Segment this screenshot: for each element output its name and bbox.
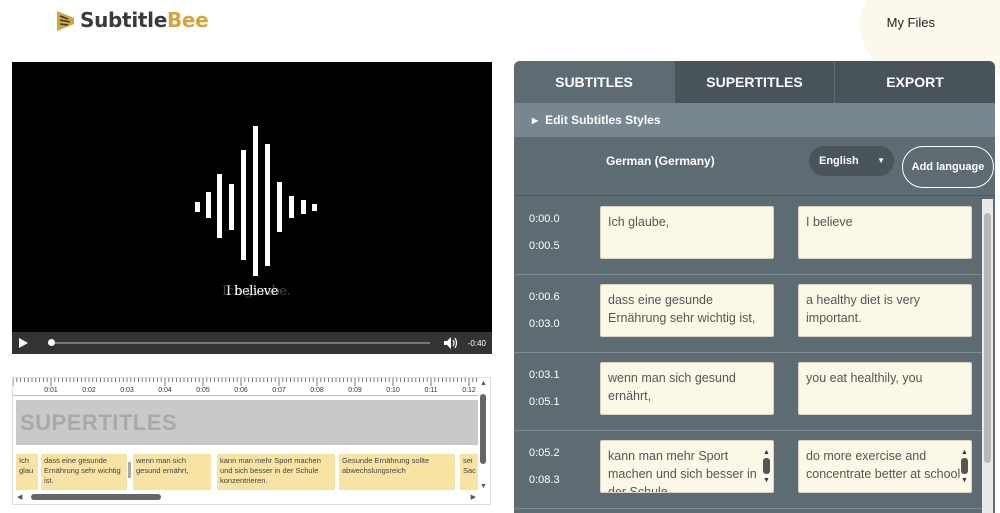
subtitle-row: 0:00.0 0:00.5 Ich glaube, I believe: [514, 197, 982, 275]
edit-styles-label: Edit Subtitles Styles: [545, 113, 661, 127]
scroll-down-icon[interactable]: ▼: [960, 472, 969, 490]
caption-text: I believe: [226, 284, 278, 299]
timeline[interactable]: 0:01 0:02 0:03 0:04 0:05 0:06 0:07 0:08 0:09 0:10…: [12, 377, 491, 505]
chevron-down-icon: ▼: [877, 156, 885, 165]
bee-logo-icon: [57, 11, 74, 31]
subtitle-row: 0:00.6 0:03.0 dass eine gesunde Ernährun…: [514, 275, 982, 353]
scroll-thumb[interactable]: [31, 494, 161, 500]
target-language-value: English: [819, 155, 859, 167]
source-text-field[interactable]: Ich glaube,: [600, 206, 774, 259]
field-scrollbar[interactable]: ▲ ▼: [960, 444, 969, 490]
ruler-tick-label: 0:10: [386, 387, 400, 394]
brand-name: SubtitleBee: [80, 8, 209, 32]
source-text-field[interactable]: dass eine gesunde Ernährung sehr wichtig…: [600, 284, 774, 337]
start-time[interactable]: 0:05.2: [529, 447, 560, 459]
language-bar: German (Germany) English ▼ Add language: [514, 137, 995, 196]
source-text-field[interactable]: kann man mehr Sport machen und sich bess…: [600, 440, 774, 493]
editor-panel: SUBTITLES SUPERTITLES EXPORT ▶ Edit Subt…: [514, 61, 995, 513]
scroll-thumb[interactable]: [480, 394, 486, 464]
end-time[interactable]: 0:05.1: [529, 396, 560, 408]
ruler-tick-label: 0:07: [272, 387, 286, 394]
seek-bar[interactable]: [48, 339, 430, 346]
edit-subtitle-styles-toggle[interactable]: ▶ Edit Subtitles Styles: [514, 103, 995, 137]
brand-logo[interactable]: SubtitleBee: [56, 8, 209, 32]
start-time[interactable]: 0:03.1: [529, 369, 560, 381]
scroll-left-icon[interactable]: ◀: [17, 493, 22, 501]
ruler-tick-label: 0:05: [196, 387, 210, 394]
panel-scrollbar[interactable]: [982, 199, 993, 513]
target-text-field[interactable]: a healthy diet is very important.: [798, 284, 972, 337]
end-time[interactable]: 0:03.0: [529, 318, 560, 330]
volume-icon: [444, 337, 458, 349]
subtitle-row: 0:03.1 0:05.1 wenn man sich gesund ernäh…: [514, 353, 982, 431]
source-language-label: German (Germany): [606, 154, 715, 168]
scroll-thumb[interactable]: [984, 213, 991, 463]
scroll-right-icon[interactable]: ▶: [471, 493, 476, 501]
end-time[interactable]: 0:00.5: [529, 240, 560, 252]
play-icon: [18, 338, 28, 348]
target-text: do more exercise and concentrate better …: [806, 449, 961, 481]
subtitle-rows: 0:00.0 0:00.5 Ich glaube, I believe 0:00…: [514, 197, 982, 513]
ruler-tick-label: 0:08: [310, 387, 324, 394]
subtitle-block-text: Gesunde Ernährung sollte abwechslungsrei…: [342, 456, 430, 475]
end-time[interactable]: 0:08.3: [529, 474, 560, 486]
add-language-button[interactable]: Add language: [902, 146, 994, 188]
ruler-tick-label: 0:09: [348, 387, 362, 394]
ruler-tick-label: 0:03: [120, 387, 134, 394]
ruler-tick-label: 0:06: [234, 387, 248, 394]
nav-my-files[interactable]: My Files: [887, 15, 935, 30]
subtitle-block[interactable]: wenn man sich gesund ernährt,: [133, 454, 211, 490]
target-text-field[interactable]: I believe: [798, 206, 972, 259]
target-language-select[interactable]: English ▼: [809, 146, 894, 176]
subtitle-track: Ich glau dass eine gesunde Ernährung seh…: [13, 454, 478, 492]
subtitle-block[interactable]: dass eine gesunde Ernährung sehr wichtig…: [41, 454, 127, 490]
subtitle-block[interactable]: kann man mehr Sport machen und sich bess…: [217, 454, 335, 490]
field-scrollbar[interactable]: ▲ ▼: [762, 444, 771, 490]
subtitle-block[interactable]: Ich glau: [16, 454, 38, 490]
scroll-down-icon[interactable]: ▼: [762, 472, 771, 490]
subtitle-block-text: Ich glau: [19, 456, 34, 475]
tab-supertitles[interactable]: SUPERTITLES: [674, 61, 834, 103]
video-player[interactable]: Ich glaube. I believe: [12, 62, 492, 332]
seek-handle[interactable]: [48, 339, 55, 346]
tab-export[interactable]: EXPORT: [834, 61, 995, 103]
subtitle-resize-handle[interactable]: [128, 462, 131, 478]
source-text: kann man mehr Sport machen und sich bess…: [608, 449, 757, 493]
ruler-tick-label: 0:01: [44, 387, 58, 394]
ruler-tick-label: 0:12: [462, 387, 476, 394]
subtitle-block[interactable]: sei Sac: [460, 454, 478, 490]
play-button[interactable]: [12, 332, 34, 354]
ruler-tick-label: 0:04: [158, 387, 172, 394]
volume-button[interactable]: [444, 334, 462, 352]
target-text-field[interactable]: you eat healthily, you: [798, 362, 972, 415]
supertitles-track-label: SUPERTITLES: [20, 410, 178, 435]
ruler-tick-label: 0:11: [424, 387, 438, 394]
timeline-vertical-scrollbar[interactable]: ▲ ▼: [479, 380, 487, 490]
tab-subtitles[interactable]: SUBTITLES: [514, 61, 674, 103]
expand-triangle-icon: ▶: [532, 115, 539, 125]
subtitle-block-text: sei Sac: [463, 456, 476, 475]
remaining-time: -0:40: [467, 338, 486, 348]
app-header: SubtitleBee My Files: [0, 0, 1000, 90]
scroll-down-icon[interactable]: ▼: [480, 483, 487, 490]
subtitle-block[interactable]: Gesunde Ernährung sollte abwechslungsrei…: [339, 454, 455, 490]
panel-tabs: SUBTITLES SUPERTITLES EXPORT: [514, 61, 995, 103]
timeline-horizontal-scrollbar[interactable]: ◀ ▶: [13, 492, 478, 502]
supertitles-track[interactable]: SUPERTITLES: [16, 400, 478, 445]
ruler-ticks: [13, 378, 478, 386]
subtitle-block-text: dass eine gesunde Ernährung sehr wichtig…: [44, 456, 121, 485]
audio-waveform-icon: [195, 126, 317, 276]
subtitle-row: 0:05.2 0:08.3 kann man mehr Sport machen…: [514, 431, 982, 509]
subtitle-block-text: wenn man sich gesund ernährt,: [136, 456, 189, 475]
scroll-up-icon[interactable]: ▲: [480, 380, 487, 387]
start-time[interactable]: 0:00.0: [529, 213, 560, 225]
time-ruler: 0:01 0:02 0:03 0:04 0:05 0:06 0:07 0:08 0:09 0:10…: [13, 378, 478, 396]
video-controls: -0:40: [12, 332, 492, 354]
start-time[interactable]: 0:00.6: [529, 291, 560, 303]
ruler-tick-label: 0:02: [82, 387, 96, 394]
target-text-field[interactable]: do more exercise and concentrate better …: [798, 440, 972, 493]
subtitle-block-text: kann man mehr Sport machen und sich bess…: [220, 456, 321, 485]
source-text-field[interactable]: wenn man sich gesund ernährt,: [600, 362, 774, 415]
